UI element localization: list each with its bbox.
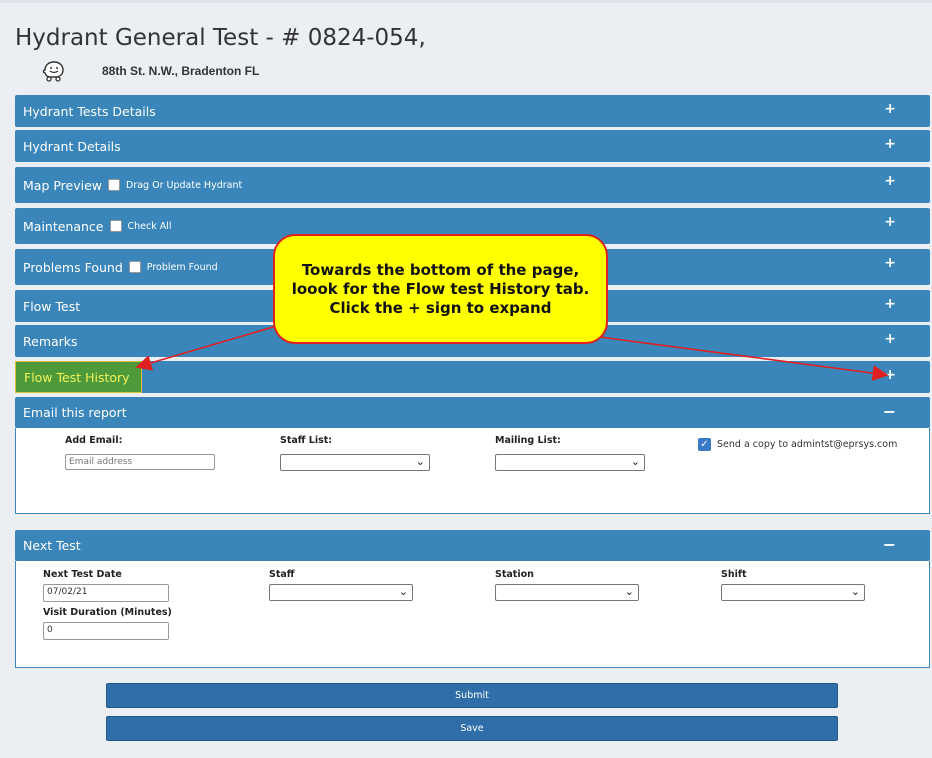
next-test-date-label: Next Test Date — [43, 569, 122, 580]
flow-test-history-tab[interactable]: Flow Test History — [15, 361, 142, 393]
section-email-report[interactable]: Email this report − — [15, 397, 930, 428]
send-copy-checkbox[interactable]: ✓ — [698, 438, 711, 451]
shift-label: Shift — [721, 569, 747, 580]
section-label: Maintenance — [23, 218, 104, 234]
staff-label: Staff — [269, 569, 295, 580]
mailing-list-select[interactable]: ⌄ — [495, 454, 645, 471]
section-label: Hydrant Tests Details — [23, 103, 156, 119]
expand-icon[interactable]: + — [884, 255, 896, 271]
expand-icon[interactable]: + — [884, 296, 896, 312]
section-label: Problems Found — [23, 259, 123, 275]
expand-icon[interactable]: + — [884, 136, 896, 152]
chevron-down-icon: ⌄ — [624, 586, 634, 598]
save-button[interactable]: Save — [106, 716, 838, 741]
collapse-icon[interactable]: − — [883, 535, 896, 554]
drag-update-hydrant-checkbox[interactable] — [108, 179, 121, 191]
staff-select[interactable]: ⌄ — [269, 584, 413, 601]
checkbox-label: Problem Found — [146, 261, 218, 273]
mailing-list-label: Mailing List: — [495, 435, 561, 446]
staff-list-label: Staff List: — [280, 435, 333, 446]
section-label: Email this report — [23, 405, 127, 420]
check-all-checkbox[interactable] — [109, 220, 122, 232]
chevron-down-icon: ⌄ — [630, 456, 640, 468]
visit-duration-label: Visit Duration (Minutes) — [43, 607, 172, 618]
waze-icon[interactable] — [40, 60, 66, 82]
collapse-icon[interactable]: − — [883, 402, 896, 421]
send-copy-label: Send a copy to admintst@eprsys.com — [717, 439, 898, 450]
expand-icon[interactable]: + — [884, 173, 896, 189]
checkbox-label: Check All — [127, 220, 172, 232]
expand-icon[interactable]: + — [884, 331, 896, 347]
add-email-label: Add Email: — [65, 435, 123, 446]
chevron-down-icon: ⌄ — [398, 586, 408, 598]
visit-duration-input[interactable]: 0 — [43, 622, 169, 640]
submit-button[interactable]: Submit — [106, 683, 838, 708]
instruction-callout: Towards the bottom of the page, loook fo… — [273, 234, 608, 344]
next-test-panel: Next Test Date 07/02/21 Staff ⌄ Station … — [15, 561, 930, 668]
section-map-preview[interactable]: Map Preview Drag Or Update Hydrant + — [15, 167, 930, 203]
section-label: Next Test — [23, 538, 81, 553]
section-label: Flow Test — [23, 298, 81, 314]
section-label: Flow Test History — [24, 369, 130, 385]
section-flow-test-history[interactable]: + — [15, 361, 930, 393]
expand-icon[interactable]: + — [884, 101, 896, 117]
section-label: Remarks — [23, 333, 78, 349]
expand-icon[interactable]: + — [884, 367, 896, 383]
address-text: 88th St. N.W., Bradenton FL — [102, 64, 260, 78]
section-hydrant-tests-details[interactable]: Hydrant Tests Details + — [15, 95, 930, 127]
chevron-down-icon: ⌄ — [850, 586, 860, 598]
staff-list-select[interactable]: ⌄ — [280, 454, 430, 471]
email-report-panel: Add Email: Email address Staff List: ⌄ M… — [15, 428, 930, 514]
callout-text: Towards the bottom of the page, loook fo… — [291, 260, 590, 317]
station-select[interactable]: ⌄ — [495, 584, 639, 601]
shift-select[interactable]: ⌄ — [721, 584, 865, 601]
section-hydrant-details[interactable]: Hydrant Details + — [15, 130, 930, 162]
problem-found-checkbox[interactable] — [128, 261, 141, 273]
checkbox-label: Drag Or Update Hydrant — [126, 179, 243, 191]
next-test-date-input[interactable]: 07/02/21 — [43, 584, 169, 602]
page-title: Hydrant General Test - # 0824-054, — [15, 25, 426, 51]
station-label: Station — [495, 569, 534, 580]
chevron-down-icon: ⌄ — [415, 456, 425, 468]
section-label: Map Preview — [23, 177, 103, 193]
expand-icon[interactable]: + — [884, 214, 896, 230]
section-label: Hydrant Details — [23, 138, 121, 154]
email-input[interactable]: Email address — [65, 454, 215, 470]
section-next-test[interactable]: Next Test − — [15, 530, 930, 561]
page: Hydrant General Test - # 0824-054, 88th … — [0, 0, 932, 755]
